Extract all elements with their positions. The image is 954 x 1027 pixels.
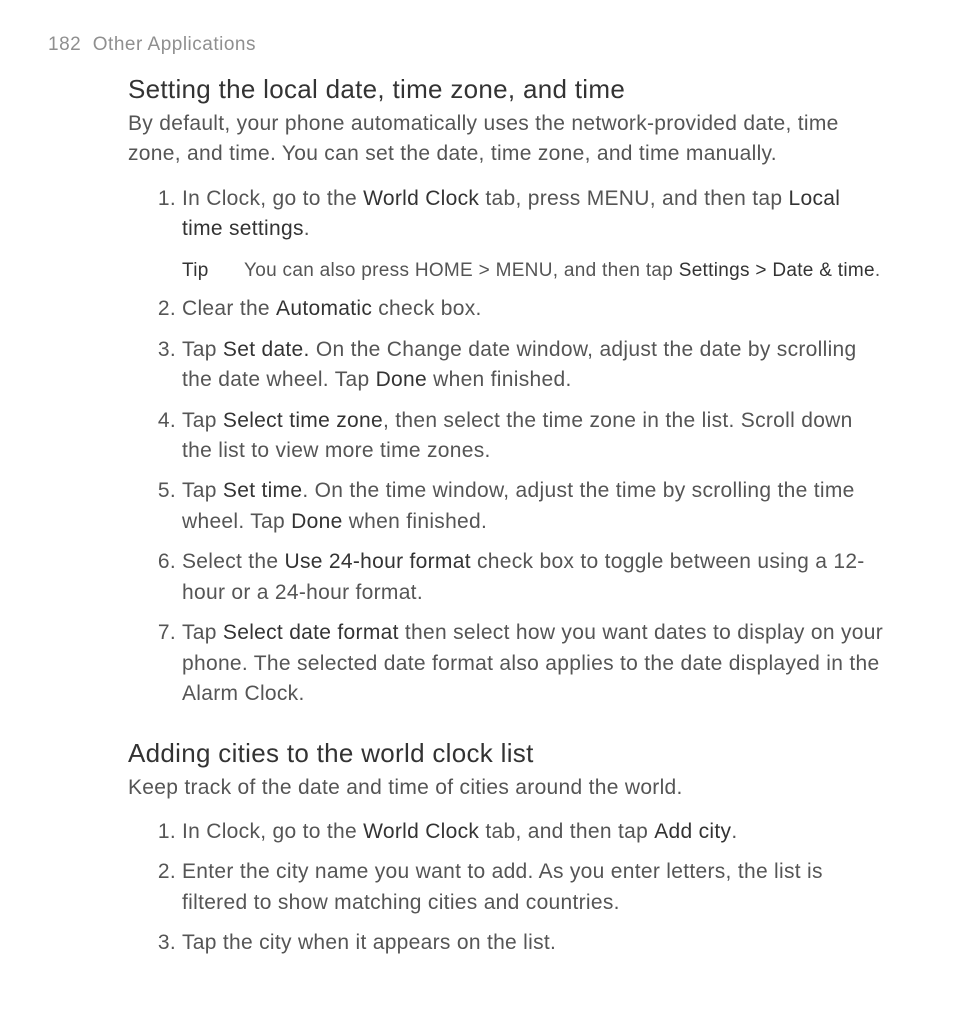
- steps-list-world-clock: In Clock, go to the World Clock tab, and…: [128, 817, 886, 959]
- step-item: Clear the Automatic check box.: [128, 294, 886, 324]
- tip-block: Tip You can also press HOME > MENU, and …: [182, 257, 886, 285]
- ui-term: World Clock: [363, 820, 479, 843]
- step-text: Tap the city when it appears on the list…: [182, 931, 556, 954]
- steps-list-local-time: In Clock, go to the World Clock tab, pre…: [128, 184, 886, 710]
- ui-term: Set date: [223, 338, 304, 361]
- step-item: In Clock, go to the World Clock tab, and…: [128, 817, 886, 847]
- step-text: Tap: [182, 338, 223, 361]
- step-text: when finished.: [427, 368, 572, 391]
- page-header: 182 Other Applications: [48, 34, 906, 56]
- page-container: 182 Other Applications Setting the local…: [0, 0, 954, 1027]
- step-item: Enter the city name you want to add. As …: [128, 857, 886, 918]
- ui-term: Use 24-hour format: [285, 550, 471, 573]
- ui-term: World Clock: [363, 187, 479, 210]
- step-text: Tap: [182, 409, 223, 432]
- step-text: tab, and then tap: [479, 820, 654, 843]
- tip-body: You can also press HOME > MENU, and then…: [244, 257, 886, 285]
- section-lead-local-time: By default, your phone automatically use…: [128, 109, 886, 170]
- step-text: Clear the: [182, 297, 276, 320]
- step-text: tab, press MENU, and then tap: [479, 187, 788, 210]
- ui-term: Add city: [654, 820, 731, 843]
- step-text: when finished.: [343, 510, 488, 533]
- section-heading-local-time: Setting the local date, time zone, and t…: [128, 74, 886, 105]
- step-text: Select the: [182, 550, 285, 573]
- section-heading-world-clock: Adding cities to the world clock list: [128, 738, 886, 769]
- ui-term: Settings > Date & time: [679, 260, 875, 281]
- step-item: Tap Set time. On the time window, adjust…: [128, 476, 886, 537]
- step-item: Tap the city when it appears on the list…: [128, 928, 886, 958]
- step-item: Tap Select date format then select how y…: [128, 618, 886, 709]
- chapter-title: Other Applications: [93, 34, 256, 55]
- ui-term: Select time zone: [223, 409, 383, 432]
- tip-text: .: [875, 260, 881, 281]
- ui-term: Done: [376, 368, 427, 391]
- step-item: Tap Set date. On the Change date window,…: [128, 335, 886, 396]
- step-text: .: [731, 820, 737, 843]
- section-lead-world-clock: Keep track of the date and time of citie…: [128, 773, 886, 803]
- step-text: Enter the city name you want to add. As …: [182, 860, 823, 913]
- step-text: Tap: [182, 621, 223, 644]
- step-text: .: [304, 217, 310, 240]
- page-number: 182: [48, 34, 81, 55]
- content-area: Setting the local date, time zone, and t…: [128, 74, 886, 959]
- step-item: Select the Use 24-hour format check box …: [128, 547, 886, 608]
- ui-term: Select date format: [223, 621, 399, 644]
- step-item: In Clock, go to the World Clock tab, pre…: [128, 184, 886, 284]
- tip-text: You can also press HOME > MENU, and then…: [244, 260, 679, 281]
- step-text: In Clock, go to the: [182, 187, 363, 210]
- ui-term: Automatic: [276, 297, 372, 320]
- ui-term: Set time: [223, 479, 302, 502]
- step-text: In Clock, go to the: [182, 820, 363, 843]
- ui-term: Done: [291, 510, 342, 533]
- step-text: check box.: [372, 297, 482, 320]
- tip-label: Tip: [182, 257, 244, 285]
- step-text: Tap: [182, 479, 223, 502]
- step-item: Tap Select time zone, then select the ti…: [128, 406, 886, 467]
